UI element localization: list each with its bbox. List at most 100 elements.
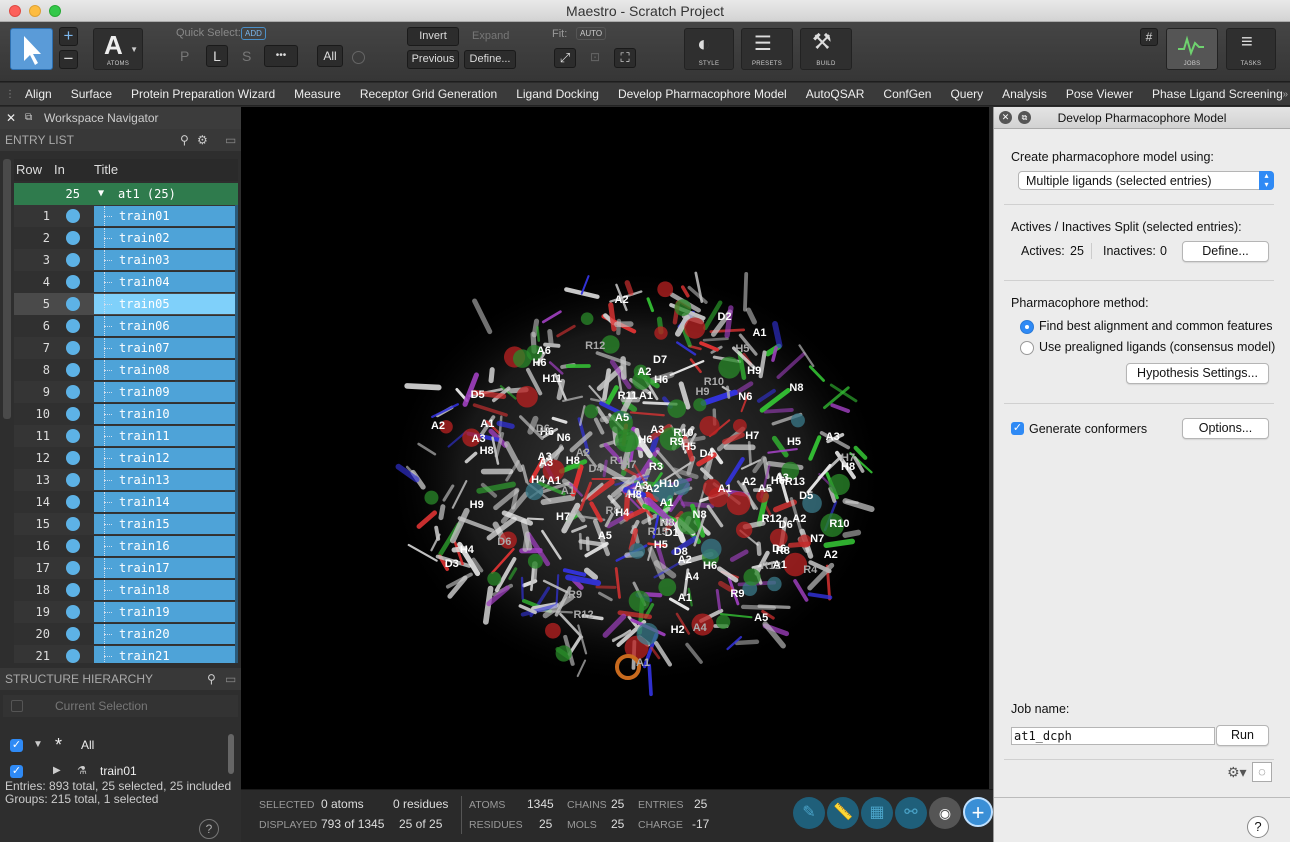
table-row[interactable]: 4 train04 xyxy=(14,271,238,293)
table-row[interactable]: 1 train01 xyxy=(14,205,238,227)
run-button[interactable]: Run xyxy=(1216,725,1269,746)
menu-surface[interactable]: Surface xyxy=(71,87,112,101)
included-dot-icon[interactable] xyxy=(66,605,80,619)
more-menu-icon[interactable]: » xyxy=(1282,89,1288,100)
add-tool-icon[interactable]: + xyxy=(963,797,993,827)
included-dot-icon[interactable] xyxy=(66,297,80,311)
remove-selection-button[interactable]: − xyxy=(59,50,78,69)
included-dot-icon[interactable] xyxy=(66,253,80,267)
table-row[interactable]: 7 train07 xyxy=(14,337,238,359)
menu-confgen[interactable]: ConfGen xyxy=(883,87,931,101)
row-title[interactable]: train07 xyxy=(94,338,237,358)
table-row[interactable]: 18 train18 xyxy=(14,579,238,601)
included-dot-icon[interactable] xyxy=(66,583,80,597)
search-icon[interactable]: ⚲ xyxy=(180,129,189,151)
table-row[interactable]: 17 train17 xyxy=(14,557,238,579)
quick-select-p[interactable]: P xyxy=(180,48,189,64)
col-row[interactable]: Row xyxy=(16,159,42,181)
tree-all-row[interactable]: ✓ ▼ * All xyxy=(3,734,228,756)
add-badge[interactable]: ADD xyxy=(241,27,266,40)
included-dot-icon[interactable] xyxy=(66,451,80,465)
table-row[interactable]: 14 train14 xyxy=(14,491,238,513)
fit-screen-icon[interactable]: ⛶ xyxy=(614,48,636,68)
presets-button[interactable]: ☰ PRESETS xyxy=(741,28,793,70)
table-row[interactable]: 10 train10 xyxy=(14,403,238,425)
table-row[interactable]: 13 train13 xyxy=(14,469,238,491)
menu-pose-viewer[interactable]: Pose Viewer xyxy=(1066,87,1133,101)
checkbox-checked-icon[interactable]: ✓ xyxy=(10,765,23,778)
table-row[interactable]: 5 train05 xyxy=(14,293,238,315)
expand-triangle-icon[interactable]: ▼ xyxy=(98,183,104,205)
add-selection-button[interactable]: + xyxy=(59,27,78,46)
row-title[interactable]: train14 xyxy=(94,492,237,512)
included-dot-icon[interactable] xyxy=(66,473,80,487)
row-title[interactable]: train16 xyxy=(94,536,237,556)
entry-scrollbar[interactable] xyxy=(235,205,238,663)
collapse-triangle-icon[interactable]: ▼ xyxy=(33,734,43,756)
table-row[interactable]: 15 train15 xyxy=(14,513,238,535)
included-dot-icon[interactable] xyxy=(66,561,80,575)
table-row[interactable]: 20 train20 xyxy=(14,623,238,645)
help-icon[interactable]: ? xyxy=(1247,816,1269,838)
define-button[interactable]: Define... xyxy=(1182,241,1269,262)
table-row[interactable]: 16 train16 xyxy=(14,535,238,557)
surface-tool-icon[interactable]: ▦ xyxy=(861,797,893,829)
grid-icon[interactable]: # xyxy=(1140,28,1158,46)
zoom-window-icon[interactable] xyxy=(49,5,61,17)
row-title[interactable]: train01 xyxy=(94,206,237,226)
quick-select-more[interactable]: ••• xyxy=(264,45,298,67)
row-title[interactable]: train17 xyxy=(94,558,237,578)
checkbox-checked-icon[interactable]: ✓ xyxy=(10,739,23,752)
menu-develop-pharmacophore-model[interactable]: Develop Pharmacophore Model xyxy=(618,87,787,101)
table-row[interactable]: 9 train09 xyxy=(14,381,238,403)
row-title[interactable]: train12 xyxy=(94,448,237,468)
row-title[interactable]: train21 xyxy=(94,646,237,663)
col-in[interactable]: In xyxy=(54,159,65,181)
previous-button[interactable]: Previous xyxy=(407,50,459,69)
included-dot-icon[interactable] xyxy=(66,627,80,641)
included-dot-icon[interactable] xyxy=(66,385,80,399)
define-button[interactable]: Define... xyxy=(464,50,516,69)
detach-icon[interactable]: ⧉ xyxy=(25,107,32,129)
atoms-button[interactable]: A ▼ ATOMS xyxy=(93,28,143,70)
detach-icon[interactable]: ⧉ xyxy=(1018,111,1031,124)
table-row[interactable]: 12 train12 xyxy=(14,447,238,469)
jobs-button[interactable]: JOBS xyxy=(1166,28,1218,70)
select-tool-button[interactable] xyxy=(10,28,53,70)
minimize-window-icon[interactable] xyxy=(29,5,41,17)
included-dot-icon[interactable] xyxy=(66,319,80,333)
menu-protein-preparation-wizard[interactable]: Protein Preparation Wizard xyxy=(131,87,275,101)
method-radio-best-alignment[interactable] xyxy=(1020,320,1034,334)
build-button[interactable]: ⚒ BUILD xyxy=(800,28,852,70)
menu-analysis[interactable]: Analysis xyxy=(1002,87,1047,101)
bond-tool-icon[interactable]: ⚯ xyxy=(895,797,927,829)
minimize-icon[interactable]: ▭ xyxy=(225,668,236,690)
tasks-button[interactable]: ≡ TASKS xyxy=(1226,28,1276,70)
ruler-tool-icon[interactable]: 📏 xyxy=(827,797,859,829)
tree-scrollbar[interactable] xyxy=(228,734,234,774)
row-title[interactable]: train19 xyxy=(94,602,237,622)
options-button[interactable]: Options... xyxy=(1182,418,1269,439)
menu-ligand-docking[interactable]: Ligand Docking xyxy=(516,87,599,101)
workspace-3d-viewer[interactable]: H9 H6 N6 D4 A2 N8 H5 D6 A4 H7 H5 A1 H9 R8 H4 H5 R12 A5 H7 R… xyxy=(241,107,989,789)
row-title[interactable]: train18 xyxy=(94,580,237,600)
hypothesis-settings-button[interactable]: Hypothesis Settings... xyxy=(1126,363,1269,384)
included-dot-icon[interactable] xyxy=(66,209,80,223)
create-select[interactable]: Multiple ligands (selected entries) ▴ ▾ xyxy=(1018,171,1274,190)
table-row[interactable]: 19 train19 xyxy=(14,601,238,623)
invert-button[interactable]: Invert xyxy=(407,27,459,46)
menu-align[interactable]: Align xyxy=(25,87,52,101)
generate-conformers-checkbox[interactable]: ✓ xyxy=(1011,422,1024,435)
settings-gear-icon[interactable]: ⚙▾ xyxy=(1227,764,1247,781)
close-window-icon[interactable] xyxy=(9,5,21,17)
row-title[interactable]: train03 xyxy=(94,250,237,270)
row-title[interactable]: train09 xyxy=(94,382,237,402)
table-row[interactable]: 2 train02 xyxy=(14,227,238,249)
row-title[interactable]: train04 xyxy=(94,272,237,292)
table-row[interactable]: 21 train21 xyxy=(14,645,238,663)
included-dot-icon[interactable] xyxy=(66,495,80,509)
auto-fit-badge[interactable]: AUTO xyxy=(576,27,607,40)
row-title[interactable]: train05 xyxy=(94,294,237,314)
row-title[interactable]: train10 xyxy=(94,404,237,424)
row-title[interactable]: train13 xyxy=(94,470,237,490)
